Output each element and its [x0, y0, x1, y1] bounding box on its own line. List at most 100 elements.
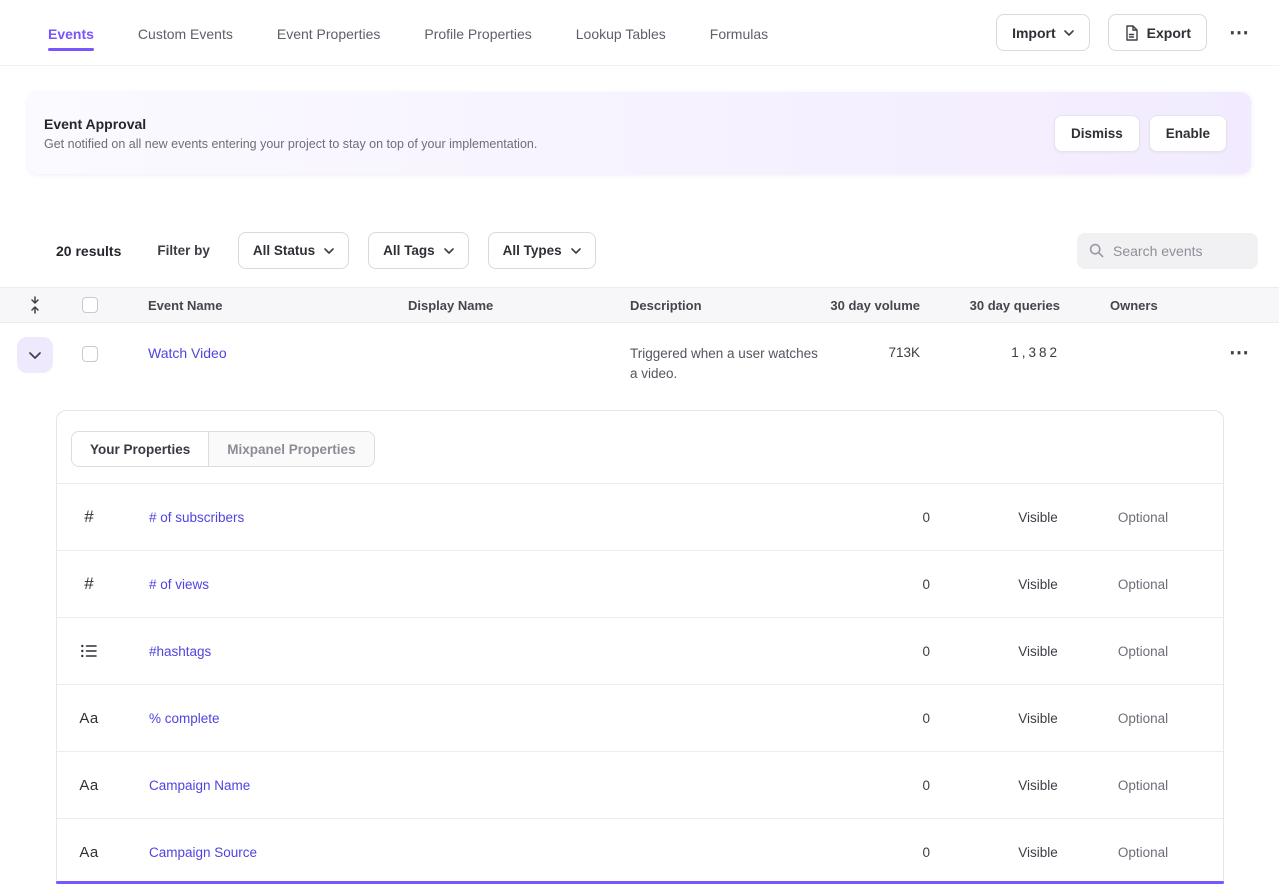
dismiss-button[interactable]: Dismiss: [1054, 115, 1140, 152]
chevron-down-icon: [571, 248, 581, 254]
text-glyph: Aa: [79, 777, 98, 794]
export-csv-icon: [1124, 25, 1139, 41]
chevron-down-icon: [444, 248, 454, 254]
tags-filter-dropdown[interactable]: All Tags: [368, 232, 469, 269]
column-display-name: Display Name: [408, 298, 630, 313]
property-requirement[interactable]: Optional: [1088, 845, 1198, 860]
property-requirement[interactable]: Optional: [1088, 778, 1198, 793]
chevron-down-icon: [1064, 30, 1074, 36]
row-more-options-button[interactable]: ⋯: [1225, 339, 1253, 367]
column-description: Description: [630, 298, 820, 313]
list-icon: [57, 644, 121, 658]
property-row: Aa % complete 0 Visible Optional: [57, 685, 1223, 752]
property-visibility[interactable]: Visible: [988, 845, 1088, 860]
banner-actions: Dismiss Enable: [1054, 115, 1227, 152]
property-row: Aa Campaign Source 0 Visible Optional: [57, 819, 1223, 884]
results-count: 20 results: [56, 243, 121, 259]
property-requirement[interactable]: Optional: [1088, 577, 1198, 592]
event-queries: 1,382: [1011, 345, 1060, 360]
property-count: 0: [874, 577, 930, 592]
property-row: #hashtags 0 Visible Optional: [57, 618, 1223, 685]
properties-tab-group: Your Properties Mixpanel Properties: [71, 431, 375, 467]
property-visibility[interactable]: Visible: [988, 577, 1088, 592]
import-button[interactable]: Import: [996, 14, 1090, 51]
tags-filter-label: All Tags: [383, 243, 435, 258]
property-name-link[interactable]: #hashtags: [149, 644, 211, 659]
status-filter-dropdown[interactable]: All Status: [238, 232, 349, 269]
properties-tabs: Your Properties Mixpanel Properties: [57, 411, 1223, 484]
chevron-down-icon: [324, 248, 334, 254]
row-checkbox[interactable]: [82, 346, 98, 362]
number-glyph: #: [84, 507, 93, 527]
property-name-link[interactable]: Campaign Name: [149, 778, 250, 793]
tab-mixpanel-properties[interactable]: Mixpanel Properties: [209, 432, 373, 466]
event-name-link[interactable]: Watch Video: [148, 345, 227, 361]
number-icon: #: [57, 507, 121, 527]
table-row: Watch Video Triggered when a user watche…: [0, 323, 1279, 408]
tab-events[interactable]: Events: [48, 2, 94, 64]
types-filter-dropdown[interactable]: All Types: [488, 232, 596, 269]
column-30-day-volume: 30 day volume: [820, 298, 920, 313]
property-count: 0: [874, 778, 930, 793]
status-filter-label: All Status: [253, 243, 315, 258]
filter-by-label: Filter by: [157, 243, 210, 258]
search-input[interactable]: [1113, 243, 1246, 259]
property-visibility[interactable]: Visible: [988, 644, 1088, 659]
text-icon: Aa: [57, 710, 121, 727]
event-description: Triggered when a user watches a video.: [630, 344, 820, 384]
chevron-down-icon: [29, 352, 41, 359]
property-visibility[interactable]: Visible: [988, 510, 1088, 525]
tab-your-properties[interactable]: Your Properties: [72, 432, 209, 466]
column-owners: Owners: [1060, 298, 1199, 313]
property-count: 0: [874, 510, 930, 525]
nav-actions: Import Export ⋯: [996, 14, 1253, 51]
property-count: 0: [874, 845, 930, 860]
more-icon: ⋯: [1229, 342, 1249, 364]
nav-tabs: Events Custom Events Event Properties Pr…: [48, 2, 768, 64]
properties-panel: Your Properties Mixpanel Properties # # …: [56, 410, 1224, 884]
enable-button[interactable]: Enable: [1149, 115, 1227, 152]
property-count: 0: [874, 644, 930, 659]
filter-bar: 20 results Filter by All Status All Tags…: [0, 232, 1279, 269]
property-row: # # of subscribers 0 Visible Optional: [57, 484, 1223, 551]
text-glyph: Aa: [79, 844, 98, 861]
property-row: # # of views 0 Visible Optional: [57, 551, 1223, 618]
import-button-label: Import: [1012, 25, 1056, 41]
text-glyph: Aa: [79, 710, 98, 727]
banner-description: Get notified on all new events entering …: [44, 137, 537, 151]
export-button[interactable]: Export: [1108, 14, 1207, 51]
column-event-name: Event Name: [148, 298, 408, 313]
banner-title: Event Approval: [44, 116, 537, 132]
event-approval-banner: Event Approval Get notified on all new e…: [28, 92, 1251, 174]
collapse-all-icon[interactable]: [29, 296, 41, 314]
property-visibility[interactable]: Visible: [988, 711, 1088, 726]
more-options-button[interactable]: ⋯: [1225, 19, 1253, 47]
text-icon: Aa: [57, 777, 121, 794]
property-count: 0: [874, 711, 930, 726]
event-volume: 713K: [888, 345, 920, 360]
property-requirement[interactable]: Optional: [1088, 711, 1198, 726]
table-header: Event Name Display Name Description 30 d…: [0, 287, 1279, 323]
text-icon: Aa: [57, 844, 121, 861]
property-name-link[interactable]: % complete: [149, 711, 220, 726]
search-box: [1077, 233, 1258, 269]
tab-lookup-tables[interactable]: Lookup Tables: [576, 2, 666, 64]
tab-event-properties[interactable]: Event Properties: [277, 2, 381, 64]
property-name-link[interactable]: # of subscribers: [149, 510, 244, 525]
column-30-day-queries: 30 day queries: [920, 298, 1060, 313]
tab-formulas[interactable]: Formulas: [710, 2, 768, 64]
property-row: Aa Campaign Name 0 Visible Optional: [57, 752, 1223, 819]
more-icon: ⋯: [1229, 22, 1249, 44]
select-all-checkbox[interactable]: [82, 297, 98, 313]
property-requirement[interactable]: Optional: [1088, 644, 1198, 659]
number-icon: #: [57, 574, 121, 594]
tab-custom-events[interactable]: Custom Events: [138, 2, 233, 64]
banner-text: Event Approval Get notified on all new e…: [44, 116, 537, 151]
property-name-link[interactable]: # of views: [149, 577, 209, 592]
property-visibility[interactable]: Visible: [988, 778, 1088, 793]
row-expander-button[interactable]: [17, 337, 53, 373]
tab-profile-properties[interactable]: Profile Properties: [424, 2, 531, 64]
property-name-link[interactable]: Campaign Source: [149, 845, 257, 860]
types-filter-label: All Types: [503, 243, 562, 258]
property-requirement[interactable]: Optional: [1088, 510, 1198, 525]
